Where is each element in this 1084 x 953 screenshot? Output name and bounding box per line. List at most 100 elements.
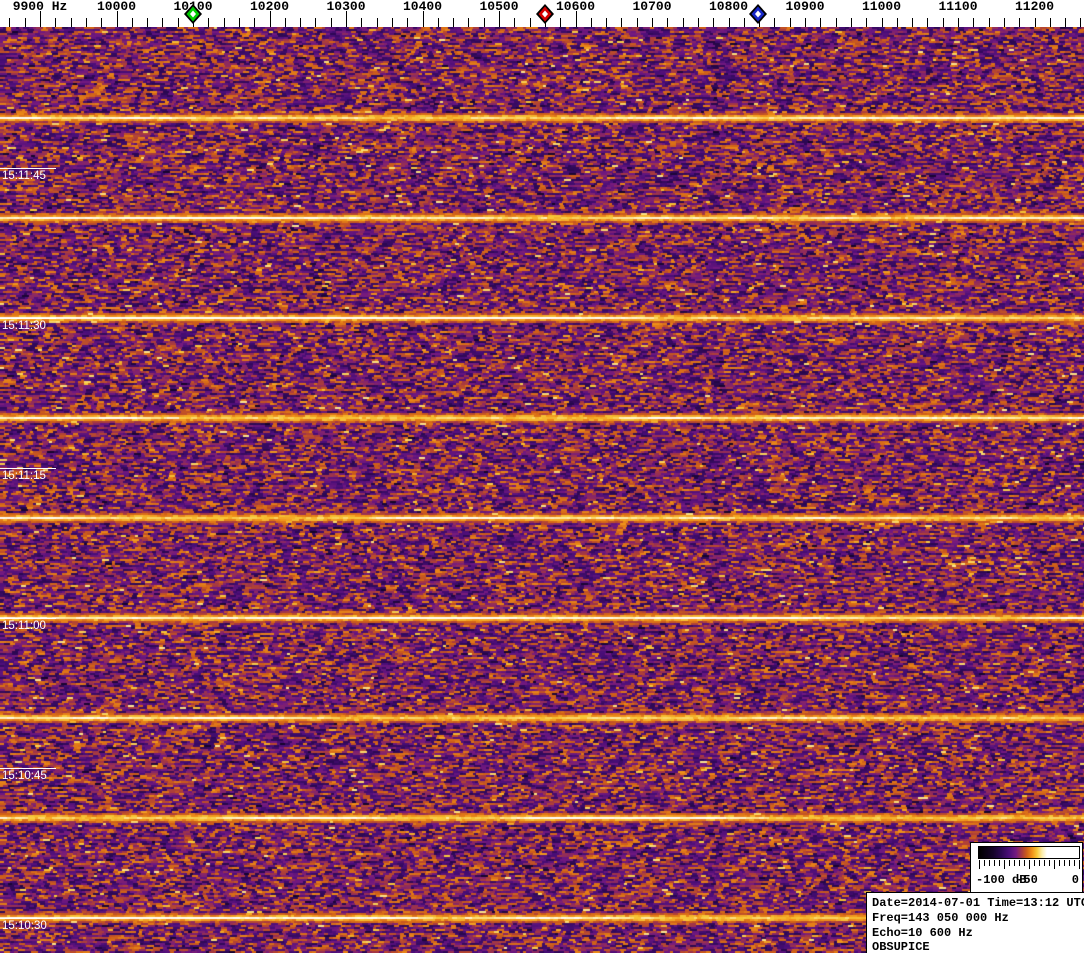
minor-frequency-tick	[820, 18, 822, 27]
minor-frequency-tick	[70, 18, 72, 27]
observation-info-box: Date=2014-07-01 Time=13:12 UTC Freq=143 0…	[866, 892, 1084, 953]
colorscale-tick-label: 0	[1071, 873, 1079, 887]
minor-frequency-tick	[606, 18, 608, 27]
frequency-axis: 9900 Hz100001010010200103001040010500106…	[0, 0, 1084, 27]
minor-frequency-tick	[805, 18, 806, 27]
colorscale-tick	[1024, 860, 1025, 866]
minor-frequency-tick	[437, 18, 439, 27]
minor-frequency-tick	[131, 18, 133, 27]
info-box-line: Freq=143 050 000 Hz	[872, 910, 1009, 925]
minor-frequency-tick	[529, 18, 531, 27]
blue-diamond-marker[interactable]	[747, 3, 769, 25]
colorscale-tick	[1014, 860, 1015, 866]
colorscale-tick	[1074, 860, 1075, 866]
time-tick-label: 15:11:45	[2, 170, 46, 182]
minor-frequency-tick	[284, 18, 286, 27]
minor-frequency-tick	[453, 18, 455, 27]
minor-frequency-tick	[254, 18, 256, 27]
frequency-tick-label: 10800	[708, 0, 749, 14]
frequency-tick-label: 10700	[632, 0, 672, 14]
frequency-tick-label: 10900	[785, 0, 825, 14]
minor-frequency-tick	[743, 18, 745, 27]
minor-frequency-tick	[590, 18, 592, 27]
minor-frequency-tick	[101, 18, 103, 27]
minor-frequency-tick	[407, 18, 409, 27]
colorscale-tick	[1009, 860, 1010, 866]
minor-frequency-tick	[1019, 18, 1021, 27]
minor-frequency-tick	[147, 18, 149, 27]
colorscale-tick	[984, 860, 985, 866]
colorscale-tick	[1034, 860, 1035, 866]
time-tick-label: 15:10:45	[2, 770, 47, 782]
minor-frequency-tick	[667, 18, 669, 27]
time-tick-label: 15:11:00	[2, 620, 46, 632]
time-tick-line	[0, 168, 56, 169]
minor-frequency-tick	[866, 18, 868, 27]
minor-frequency-tick	[835, 18, 837, 27]
colorscale-tick-label: -50	[1016, 873, 1038, 887]
colorscale-tick	[994, 860, 995, 866]
colorscale-tick	[1054, 860, 1055, 869]
minor-frequency-tick	[942, 18, 944, 27]
minor-frequency-tick	[177, 18, 179, 27]
frequency-tick-label: 9900 Hz	[12, 0, 68, 14]
frequency-tick-label: 10000	[96, 0, 137, 14]
minor-frequency-tick	[208, 18, 210, 27]
frequency-tick-label: 11200	[1014, 0, 1055, 14]
minor-frequency-tick	[300, 18, 302, 27]
minor-frequency-tick	[514, 18, 516, 27]
minor-frequency-tick	[560, 18, 562, 27]
time-tick-label: 15:11:15	[2, 470, 46, 482]
colorscale-tick	[1044, 860, 1045, 866]
time-tick-label: 15:11:30	[2, 320, 46, 332]
minor-frequency-tick	[850, 18, 852, 27]
red-diamond-marker[interactable]	[534, 3, 556, 25]
frequency-tick-label: 11000	[861, 0, 902, 14]
minor-frequency-tick	[9, 18, 11, 27]
colorscale-tick	[1049, 860, 1050, 866]
minor-frequency-tick	[483, 18, 485, 27]
frequency-tick-label: 10400	[402, 0, 443, 14]
colorscale-tick	[1069, 860, 1070, 866]
minor-frequency-tick	[376, 18, 378, 27]
info-box-line: Date=2014-07-01 Time=13:12 UTC	[872, 896, 1084, 910]
colorscale-tick	[1059, 860, 1060, 866]
minor-frequency-tick	[728, 18, 730, 27]
colorscale-tick	[1029, 860, 1030, 869]
colorscale-tick	[1004, 860, 1005, 869]
minor-frequency-tick	[927, 18, 929, 27]
colorscale-tick	[999, 860, 1000, 866]
colorscale-tick	[1064, 860, 1065, 866]
minor-frequency-tick	[1080, 18, 1082, 27]
colorscale-tick	[989, 860, 990, 866]
minor-frequency-tick	[789, 18, 791, 27]
spectrogram-app-window: 9900 Hz100001010010200103001040010500106…	[0, 0, 1084, 953]
info-box-line: Echo=10 600 Hz	[872, 925, 973, 940]
minor-frequency-tick	[621, 18, 623, 27]
minor-frequency-tick	[315, 18, 317, 27]
minor-frequency-tick	[1034, 18, 1036, 27]
minor-frequency-tick	[636, 18, 638, 27]
time-tick-line	[0, 768, 56, 769]
minor-frequency-tick	[468, 18, 470, 27]
frequency-tick-label: 10300	[326, 0, 366, 14]
frequency-tick-label: 10200	[249, 0, 290, 14]
time-tick-line	[0, 918, 56, 919]
frequency-tick-label: 10500	[479, 0, 519, 14]
minor-frequency-tick	[24, 18, 26, 27]
minor-frequency-tick	[973, 18, 975, 27]
time-tick-line	[0, 468, 56, 469]
minor-frequency-tick	[896, 18, 898, 27]
info-box-line: OBSUPICE	[872, 940, 930, 953]
minor-frequency-tick	[697, 18, 699, 27]
waterfall-display[interactable]	[0, 27, 1084, 953]
minor-frequency-tick	[988, 18, 990, 27]
green-diamond-marker[interactable]	[182, 3, 204, 25]
minor-frequency-tick	[162, 18, 164, 27]
amplitude-colorscale: -100 dB -50 0	[970, 842, 1083, 894]
minor-frequency-tick	[713, 18, 715, 27]
minor-frequency-tick	[223, 18, 225, 27]
time-tick-line	[0, 318, 56, 319]
colorscale-tick	[979, 860, 980, 869]
colorscale-gradient-bar	[978, 846, 1080, 859]
